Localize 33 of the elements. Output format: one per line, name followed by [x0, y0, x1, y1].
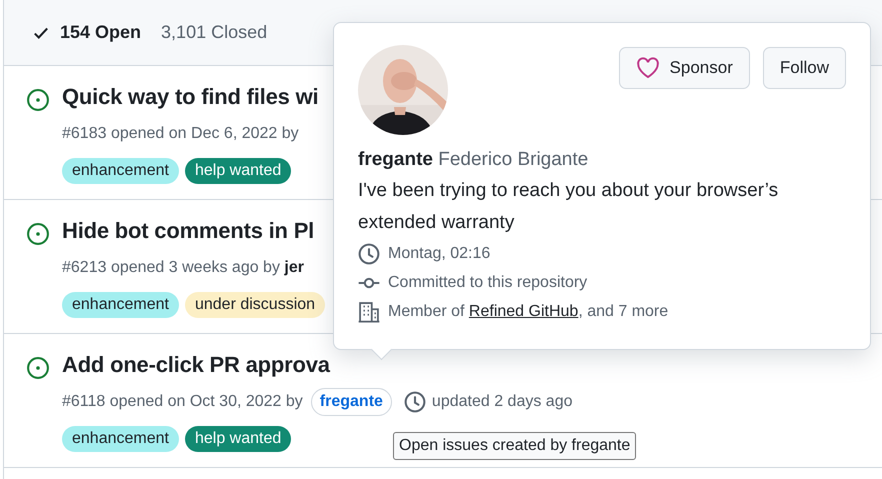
label-tag[interactable]: enhancement	[62, 292, 179, 318]
open-issue-icon	[26, 356, 50, 380]
bio-text: I've been trying to reach you about your browser’s extended warranty	[358, 179, 780, 235]
issue-title[interactable]: Hide bot comments in Pl	[62, 218, 326, 244]
membership-text: Member of Refined GitHub, and 7 more	[388, 303, 668, 322]
updated-text: updated 2 days ago	[432, 393, 572, 411]
label-tag[interactable]: under discussion	[184, 292, 326, 318]
open-issue-icon	[26, 88, 50, 112]
state-tab[interactable]: 3,101 Closed	[161, 22, 268, 43]
label-tag[interactable]: enhancement	[62, 158, 179, 184]
org-link[interactable]: Refined GitHub	[468, 303, 578, 320]
building-icon	[358, 301, 380, 324]
clock-icon	[358, 242, 380, 265]
open-issue-icon	[26, 222, 50, 246]
state-tab[interactable]: 154 Open	[32, 22, 142, 43]
commit-text: Committed to this repository	[388, 274, 588, 292]
username: fregante	[358, 149, 433, 170]
sponsor-button[interactable]: Sponsor	[618, 47, 750, 89]
local-time: Montag, 02:16	[388, 244, 490, 263]
issue-title[interactable]: Add one-click PR approva	[62, 352, 572, 378]
follow-button[interactable]: Follow	[762, 47, 846, 89]
label-tag[interactable]: enhancement	[62, 426, 179, 452]
issue-meta: #6118 opened on Oct 30, 2022 by	[62, 393, 303, 411]
clock-icon	[404, 391, 426, 413]
issue-meta: #6213 opened 3 weeks ago by jer	[62, 259, 304, 277]
issue-meta: #6183 opened on Dec 6, 2022 by	[62, 125, 299, 143]
tooltip: Open issues created by fregante	[393, 432, 636, 460]
full-name: Federico Brigante	[438, 149, 588, 170]
label-tag[interactable]: help wanted	[184, 426, 292, 452]
heart-icon	[636, 56, 660, 80]
label-tag[interactable]: help wanted	[184, 158, 292, 184]
author-link[interactable]: fregante	[310, 388, 392, 416]
issue-title[interactable]: Quick way to find files wi	[62, 84, 318, 110]
